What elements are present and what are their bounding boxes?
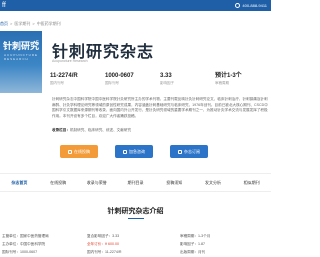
chat-icon: [123, 149, 127, 154]
urgent-consult-button[interactable]: 加急咨询: [115, 145, 153, 158]
stat-label: 国内刊号: [50, 81, 64, 85]
columns-text: 机制研究、临床研究、综述、文献研究: [69, 128, 132, 132]
cover-subtitle: ACUPUNCTURE RESEARCH: [4, 53, 39, 61]
edit-icon: [68, 149, 72, 154]
info-item: 出版周期：月刊: [180, 250, 206, 254]
submit-button-label: 在线投稿: [74, 149, 90, 154]
tab-indexing[interactable]: 收录与荣誉: [77, 174, 116, 191]
stat-label: 审稿周期: [215, 81, 229, 85]
top-bar: ff 400-888-9411: [0, 0, 271, 11]
stat-value: 预计1-3个: [215, 73, 242, 79]
breadcrumb-home[interactable]: 首页: [0, 20, 8, 28]
cover-issue-number: 5: [35, 41, 39, 47]
info-item: 国内刊号：11-2274/R: [87, 250, 122, 254]
stat-label: 影响因子: [160, 81, 174, 85]
info-column-3: 审稿周期：1-3个月 影响因子：1.87 出版周期：月刊: [180, 232, 210, 256]
site-logo[interactable]: ff: [2, 1, 12, 10]
stat-impact-factor: 3.33 影响因子: [160, 72, 215, 86]
tab-submit[interactable]: 在线投稿: [39, 174, 78, 191]
stat-domestic-issn: 11-2274/R 国内刊号: [50, 72, 105, 86]
info-item: 国际刊号：1000-0607: [2, 250, 38, 254]
info-item-price: 全年订价：¥ 600.00: [87, 242, 119, 246]
info-item: 主办单位：中国中医科学院: [2, 242, 46, 246]
stat-review-cycle: 预计1-3个 审稿周期: [215, 72, 270, 86]
tab-guidelines[interactable]: 投稿须知: [155, 174, 194, 191]
tab-catalog[interactable]: 期刊目录: [116, 174, 155, 191]
journal-english-title: Acupuncture Research: [52, 59, 88, 63]
breadcrumb-separator: >: [32, 21, 35, 26]
stat-value: 1000-0607: [105, 73, 134, 79]
tab-home[interactable]: 杂志首页: [0, 174, 39, 191]
stat-international-issn: 1000-0607 国际刊号: [105, 72, 160, 86]
breadcrumb-separator: >: [10, 21, 13, 26]
section-title: 针刺研究杂志介绍: [107, 208, 164, 215]
journal-description: 针刺研究杂志中国科学院中国中医科学院针灸研究所主办的学术刊物，主要刊载反映针灸针…: [52, 97, 268, 118]
phone-text: 400-888-9411: [242, 3, 267, 8]
journal-stats: 11-2274/R 国内刊号 1000-0607 国际刊号 3.33 影响因子 …: [50, 72, 271, 86]
info-column-1: 主管单位：国家中医药管理局 主办单位：中国中医科学院 国际刊号：1000-060…: [2, 232, 49, 256]
info-item: 主管单位：国家中医药管理局: [2, 234, 49, 238]
stat-label: 国际刊号: [105, 81, 119, 85]
submit-button[interactable]: 在线投稿: [60, 145, 98, 158]
journal-cover: 针刺研究 5 ACUPUNCTURE RESEARCH: [0, 31, 42, 93]
journal-columns: 收录栏目：机制研究、临床研究、综述、文献研究: [52, 128, 131, 133]
info-column-2: 复合影响因子：3.33 全年订价：¥ 600.00 国内刊号：11-2274/R: [87, 232, 121, 256]
tab-similar[interactable]: 相似期刊: [232, 174, 271, 191]
breadcrumb: 首页 > 医学期刊 > 中医药学期刊: [0, 20, 61, 28]
columns-label: 收录栏目：: [52, 128, 70, 132]
breadcrumb-level1[interactable]: 医学期刊: [14, 20, 30, 28]
subscribe-button[interactable]: 杂志订阅: [170, 145, 208, 158]
cart-icon: [178, 149, 182, 154]
section-underline: [128, 218, 144, 219]
info-item: 复合影响因子：3.33: [87, 234, 120, 238]
subscribe-label: 杂志订阅: [184, 149, 200, 154]
tab-bar: 杂志首页 在线投稿 收录与荣誉 期刊目录 投稿须知 发文分析 相似期刊: [0, 173, 271, 192]
urgent-consult-label: 加急咨询: [129, 149, 145, 154]
breadcrumb-level2[interactable]: 中医药学期刊: [37, 20, 61, 28]
cover-title: 针刺研究: [3, 42, 40, 52]
phone-contact: 400-888-9411: [235, 1, 267, 10]
info-item: 审稿周期：1-3个月: [180, 234, 211, 238]
phone-icon: [235, 3, 241, 8]
tab-analysis[interactable]: 发文分析: [194, 174, 233, 191]
stat-value: 3.33: [160, 73, 172, 79]
stat-value: 11-2274/R: [50, 73, 78, 79]
info-item: 影响因子：1.87: [180, 242, 205, 246]
